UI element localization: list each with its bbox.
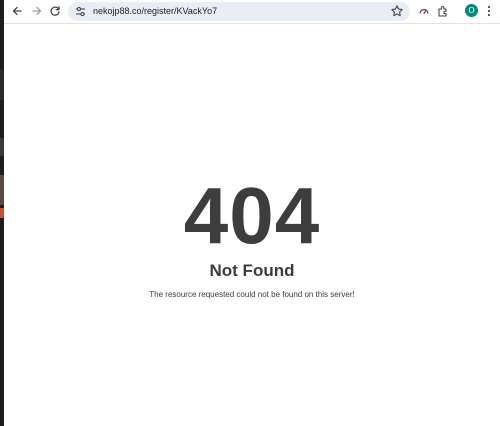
back-arrow-icon bbox=[12, 6, 22, 16]
page-content: 404 Not Found The resource requested cou… bbox=[4, 24, 500, 426]
error-code: 404 bbox=[183, 171, 321, 260]
performance-icon bbox=[419, 8, 429, 15]
profile-avatar[interactable]: O bbox=[465, 4, 478, 17]
extensions-icon bbox=[438, 6, 447, 17]
star-icon[interactable] bbox=[390, 4, 404, 18]
back-button[interactable] bbox=[9, 3, 25, 19]
extensions-button[interactable] bbox=[435, 3, 451, 19]
performance-button[interactable] bbox=[416, 3, 432, 19]
browser-menu-button[interactable] bbox=[483, 3, 495, 19]
forward-button[interactable] bbox=[29, 3, 45, 19]
url-text[interactable]: nekojp88.co/register/KVackYo7 bbox=[93, 5, 217, 18]
error-title: Not Found bbox=[209, 261, 295, 280]
reload-button[interactable] bbox=[47, 3, 63, 19]
tune-icon[interactable] bbox=[74, 5, 87, 18]
browser-toolbar: nekojp88.co/register/KVackYo7 O bbox=[4, 0, 500, 24]
error-message: The resource requested could not be foun… bbox=[149, 290, 355, 299]
browser-window: nekojp88.co/register/KVackYo7 O 404 Not … bbox=[4, 0, 500, 426]
reload-icon bbox=[50, 6, 60, 16]
address-bar[interactable]: nekojp88.co/register/KVackYo7 bbox=[68, 2, 410, 21]
forward-arrow-icon bbox=[32, 6, 42, 16]
menu-kebab-icon bbox=[487, 5, 491, 17]
